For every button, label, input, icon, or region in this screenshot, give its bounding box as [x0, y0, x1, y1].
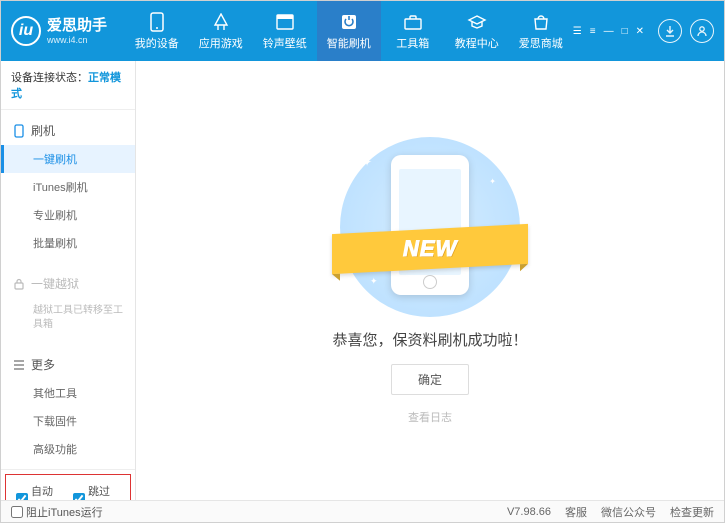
group-jailbreak: 一键越狱 [1, 269, 135, 298]
phone-small-icon [13, 124, 25, 138]
version-label: V7.98.66 [507, 506, 551, 518]
window-controls: ☰ ≡ — □ ✕ [573, 26, 644, 37]
menu-icon[interactable]: ☰ [573, 26, 582, 37]
options-row: 自动激活 跳过向导 [5, 474, 131, 500]
chk-block-itunes[interactable]: 阻止iTunes运行 [11, 504, 103, 520]
toolbox-icon [403, 12, 423, 32]
flash-icon [339, 12, 359, 32]
support-link[interactable]: 客服 [565, 504, 587, 520]
nav-tutorial[interactable]: 教程中心 [445, 1, 509, 61]
nav-ringtone[interactable]: 铃声壁纸 [253, 1, 317, 61]
sidebar-item-other[interactable]: 其他工具 [1, 379, 135, 407]
user-button[interactable] [690, 19, 714, 43]
ribbon-text: NEW [403, 236, 457, 262]
jailbreak-note: 越狱工具已转移至工具箱 [1, 298, 135, 338]
close-icon[interactable]: ✕ [636, 26, 644, 37]
confirm-button[interactable]: 确定 [391, 364, 469, 395]
store-icon [531, 12, 551, 32]
device-status: 设备连接状态：正常模式 [1, 61, 135, 110]
success-illustration: ✦ ✦ ✦ NEW [340, 137, 520, 317]
nav-apps[interactable]: 应用游戏 [189, 1, 253, 61]
sidebar-item-pro[interactable]: 专业刷机 [1, 201, 135, 229]
apps-icon [211, 12, 231, 32]
chk-skip-guide[interactable]: 跳过向导 [73, 483, 120, 500]
nav-toolbox[interactable]: 工具箱 [381, 1, 445, 61]
settings-icon[interactable]: ≡ [590, 26, 596, 37]
maximize-icon[interactable]: □ [622, 26, 628, 37]
list-icon [13, 360, 25, 370]
wallpaper-icon [275, 12, 295, 32]
logo-area[interactable]: iu 爱思助手 www.i4.cn [11, 16, 125, 46]
view-log-link[interactable]: 查看日志 [408, 409, 452, 425]
update-link[interactable]: 检查更新 [670, 504, 714, 520]
nav-my-device[interactable]: 我的设备 [125, 1, 189, 61]
phone-icon [147, 12, 167, 32]
app-url: www.i4.cn [47, 35, 107, 46]
lock-icon [13, 278, 25, 290]
sidebar: 设备连接状态：正常模式 刷机 一键刷机 iTunes刷机 专业刷机 批量刷机 一… [1, 61, 136, 500]
sidebar-item-itunes[interactable]: iTunes刷机 [1, 173, 135, 201]
top-nav: 我的设备 应用游戏 铃声壁纸 智能刷机 工具箱 教程中心 爱思商城 [125, 1, 573, 61]
nav-store[interactable]: 爱思商城 [509, 1, 573, 61]
nav-flash[interactable]: 智能刷机 [317, 1, 381, 61]
logo-icon: iu [11, 16, 41, 46]
success-message: 恭喜您，保资料刷机成功啦！ [332, 329, 527, 350]
minimize-icon[interactable]: — [604, 26, 614, 37]
header: iu 爱思助手 www.i4.cn 我的设备 应用游戏 铃声壁纸 智能刷机 工具… [1, 1, 724, 61]
sidebar-item-advanced[interactable]: 高级功能 [1, 435, 135, 463]
download-button[interactable] [658, 19, 682, 43]
sidebar-item-batch[interactable]: 批量刷机 [1, 229, 135, 257]
chk-auto-activate[interactable]: 自动激活 [16, 483, 63, 500]
group-more[interactable]: 更多 [1, 350, 135, 379]
sidebar-item-download[interactable]: 下载固件 [1, 407, 135, 435]
tutorial-icon [467, 12, 487, 32]
wechat-link[interactable]: 微信公众号 [601, 504, 656, 520]
app-title: 爱思助手 [47, 17, 107, 35]
main-content: ✦ ✦ ✦ NEW 恭喜您，保资料刷机成功啦！ 确定 查看日志 [136, 61, 724, 500]
group-flash[interactable]: 刷机 [1, 116, 135, 145]
footer: 阻止iTunes运行 V7.98.66 客服 微信公众号 检查更新 [1, 500, 724, 522]
sidebar-item-oneclick[interactable]: 一键刷机 [1, 145, 135, 173]
